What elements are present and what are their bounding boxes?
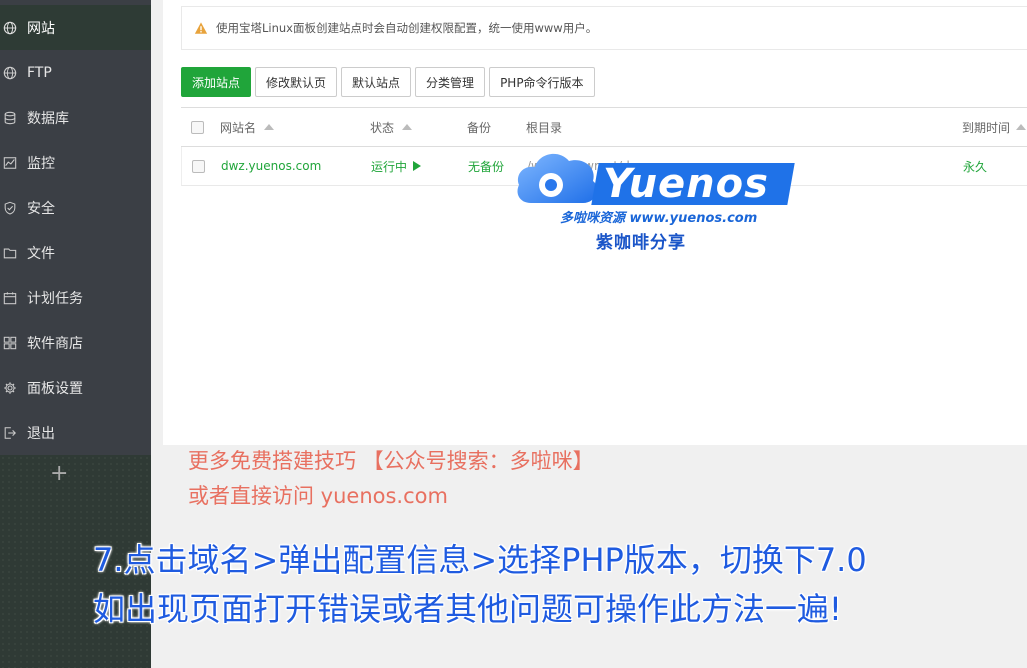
sidebar-item-database[interactable]: 数据库: [0, 95, 151, 140]
column-header-backup: 备份: [467, 120, 492, 135]
gear-icon: [2, 380, 18, 396]
sidebar-item-website[interactable]: 网站: [0, 5, 151, 50]
cloud-logo-icon: [517, 153, 598, 203]
sort-up-icon: [264, 124, 275, 130]
sidebar-item-app-store[interactable]: 软件商店: [0, 320, 151, 365]
column-header-site-name[interactable]: 网站名: [220, 108, 275, 146]
play-icon: [413, 161, 422, 171]
watermark-line1: 多啦咪资源 www.yuenos.com: [560, 211, 758, 226]
sidebar-item-label: 网站: [27, 20, 55, 37]
shield-icon: [2, 200, 18, 216]
row-checkbox[interactable]: [192, 147, 205, 185]
sidebar-item-label: 监控: [27, 155, 55, 172]
sidebar-item-monitor[interactable]: 监控: [0, 140, 151, 185]
site-status[interactable]: 运行中: [371, 147, 422, 185]
promo-line2: 或者直接访问 yuenos.com: [188, 484, 448, 508]
column-header-expire[interactable]: 到期时间: [962, 108, 1027, 146]
column-header-root-dir: 根目录: [526, 120, 563, 135]
expire-value[interactable]: 永久: [963, 147, 987, 185]
sidebar-item-label: 软件商店: [27, 335, 83, 352]
promo-line1: 更多免费搭建技巧 【公众号搜索：多啦咪】: [188, 449, 594, 473]
folder-icon: [2, 245, 18, 261]
alert-text: 使用宝塔Linux面板创建站点时会自动创建权限配置，统一使用www用户。: [216, 21, 598, 35]
calendar-icon: [2, 290, 18, 306]
sort-up-icon: [402, 124, 413, 130]
add-site-button[interactable]: 添加站点: [181, 67, 252, 97]
caption-line2: 如出现页面打开错误或者其他问题可操作此方法一遍!: [93, 590, 842, 628]
sidebar-item-label: 退出: [27, 425, 55, 442]
sidebar-item-label: 文件: [27, 245, 55, 262]
add-shortcut-button[interactable]: +: [50, 462, 68, 486]
sidebar-item-panel-settings[interactable]: 面板设置: [0, 365, 151, 410]
sidebar-item-security[interactable]: 安全: [0, 185, 151, 230]
site-toolbar: 添加站点 修改默认页 默认站点 分类管理 PHP命令行版本: [181, 67, 599, 97]
php-cli-version-button[interactable]: PHP命令行版本: [489, 67, 595, 97]
sidebar-item-label: 安全: [27, 200, 55, 217]
sidebar-item-cron[interactable]: 计划任务: [0, 275, 151, 320]
column-header-status[interactable]: 状态: [370, 108, 413, 146]
apps-icon: [2, 335, 18, 351]
watermark-line2: 紫咖啡分享: [596, 233, 686, 253]
table-header: 网站名 状态 备份 根目录 到期时间: [181, 107, 1027, 147]
backup-status[interactable]: 无备份: [468, 147, 504, 185]
default-site-button[interactable]: 默认站点: [341, 67, 412, 97]
edit-default-page-button[interactable]: 修改默认页: [255, 67, 338, 97]
sidebar-item-ftp[interactable]: FTP: [0, 50, 151, 95]
sidebar-item-label: 面板设置: [27, 380, 83, 397]
sidebar-item-files[interactable]: 文件: [0, 230, 151, 275]
permission-alert: 使用宝塔Linux面板创建站点时会自动创建权限配置，统一使用www用户。: [181, 6, 1027, 50]
sidebar-item-label: 数据库: [27, 110, 69, 127]
sort-up-icon: [1016, 124, 1027, 130]
sidebar-item-label: FTP: [27, 64, 52, 81]
watermark-logo: Yuenos 多啦咪资源 www.yuenos.com 紫咖啡分享: [513, 147, 795, 257]
sidebar-item-logout[interactable]: 退出: [0, 410, 151, 455]
logout-icon: [2, 425, 18, 441]
category-manage-button[interactable]: 分类管理: [415, 67, 486, 97]
monitor-icon: [2, 155, 18, 171]
database-icon: [2, 110, 18, 126]
caption-line1: 7.点击域名>弹出配置信息>选择PHP版本，切换下7.0: [93, 541, 867, 579]
sidebar-item-label: 计划任务: [27, 290, 83, 307]
globe-icon: [2, 20, 18, 36]
logo-wordmark: Yuenos: [591, 161, 795, 207]
warning-icon: [194, 22, 208, 34]
globe-icon: [2, 65, 18, 81]
site-name-link[interactable]: dwz.yuenos.com: [221, 147, 321, 185]
select-all-checkbox[interactable]: [191, 108, 204, 146]
